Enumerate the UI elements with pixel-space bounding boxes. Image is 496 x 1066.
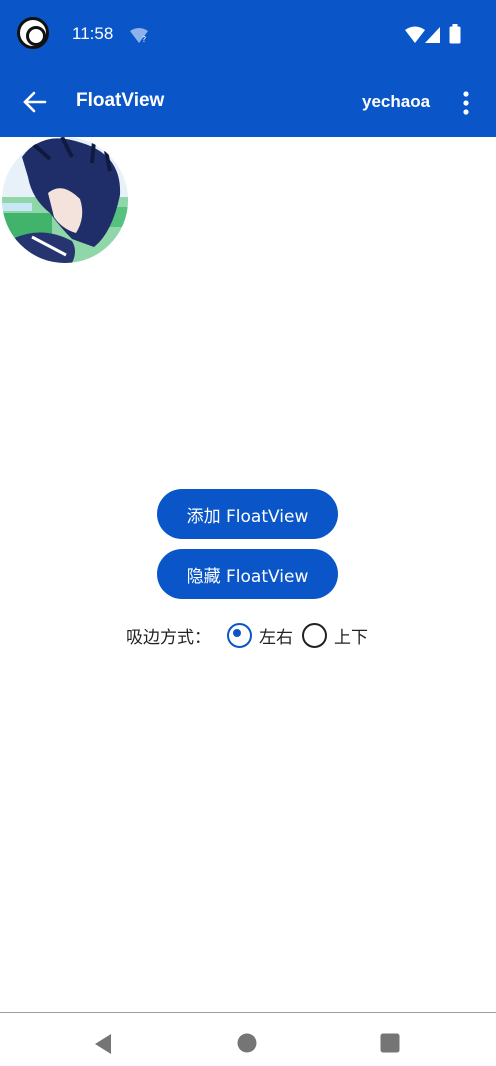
app-notification-icon — [17, 17, 49, 49]
yechaoa-action-button[interactable]: yechaoa — [362, 92, 430, 112]
battery-icon — [449, 24, 461, 44]
back-triangle-icon[interactable] — [93, 1033, 113, 1055]
wifi-question-icon: ? — [130, 28, 148, 44]
nav-divider — [0, 1012, 496, 1013]
home-circle-icon[interactable] — [237, 1033, 257, 1053]
hide-floatview-button[interactable]: 隐藏 FloatView — [157, 549, 338, 599]
signal-icon — [425, 27, 440, 43]
app-bar — [0, 0, 496, 137]
add-floatview-button[interactable]: 添加 FloatView — [157, 489, 338, 539]
floating-avatar[interactable] — [2, 137, 128, 263]
wifi-icon — [405, 26, 425, 43]
recents-square-icon[interactable] — [380, 1033, 400, 1053]
radio-option-left-right[interactable]: 左右 — [227, 622, 293, 648]
edge-mode-label: 吸边方式： — [126, 627, 211, 648]
more-vert-icon[interactable] — [460, 90, 472, 116]
edge-mode-row: 吸边方式： 左右 上下 — [126, 622, 368, 648]
radio-left-right-label: 左右 — [259, 627, 293, 648]
radio-left-right[interactable] — [227, 622, 252, 648]
toolbar-title: FloatView — [76, 90, 165, 111]
radio-top-bottom[interactable] — [302, 622, 327, 648]
radio-option-top-bottom[interactable]: 上下 — [302, 622, 368, 648]
status-time: 11:58 — [72, 24, 114, 43]
radio-top-bottom-label: 上下 — [334, 627, 368, 648]
svg-text:?: ? — [142, 35, 146, 44]
back-arrow-icon[interactable] — [22, 89, 48, 115]
